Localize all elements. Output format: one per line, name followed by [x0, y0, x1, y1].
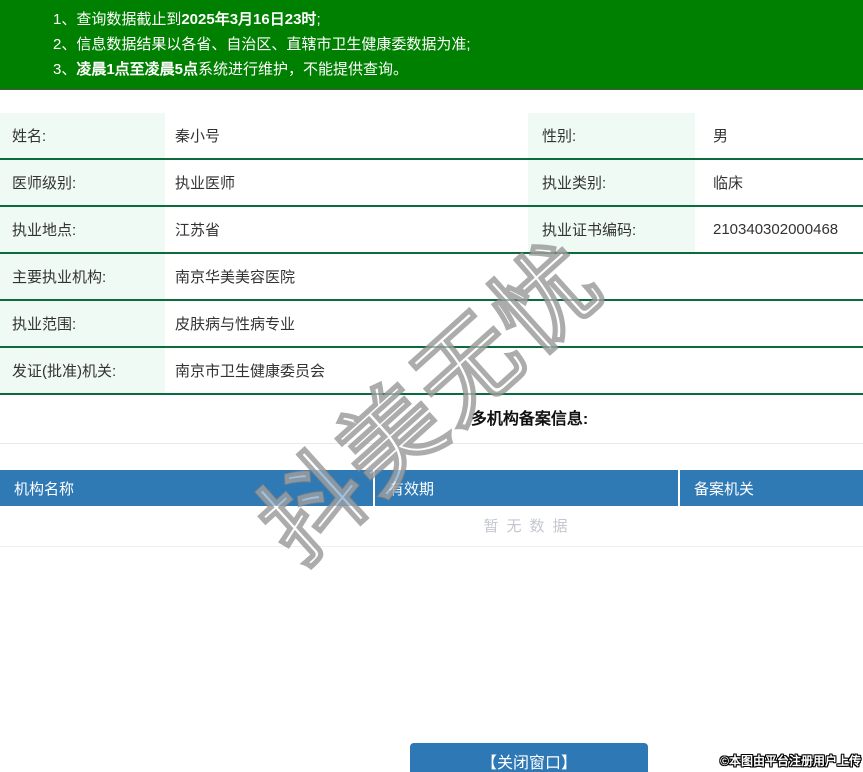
- org-header-filing-authority: 备案机关: [694, 480, 755, 498]
- field-value-location: 江苏省: [175, 222, 221, 239]
- multi-org-table-header: 机构名称 有效期 备案机关: [0, 470, 863, 506]
- field-value-practice-scope: 皮肤病与性病专业: [175, 316, 296, 333]
- field-value-level: 执业医师: [175, 175, 236, 192]
- field-value-name: 秦小号: [175, 128, 221, 145]
- field-value-main-institution: 南京华美美容医院: [175, 269, 296, 286]
- close-window-button[interactable]: 【关闭窗口】: [410, 743, 648, 772]
- field-label-location: 执业地点:: [0, 207, 165, 252]
- multi-org-heading: 多机构备案信息:: [0, 395, 863, 444]
- notice-3-bold: 凌晨1点至凌晨5点: [76, 61, 199, 78]
- info-row-location-certno: 执业地点: 江苏省 执业证书编码: 210340302000468: [0, 207, 863, 254]
- field-label-issuing-authority: 发证(批准)机关:: [0, 348, 165, 393]
- info-row-issuing-authority: 发证(批准)机关: 南京市卫生健康委员会: [0, 348, 863, 395]
- field-label-name: 姓名:: [0, 113, 165, 158]
- field-label-level: 医师级别:: [0, 160, 165, 205]
- field-label-main-institution: 主要执业机构:: [0, 254, 165, 299]
- info-row-main-institution: 主要执业机构: 南京华美美容医院: [0, 254, 863, 301]
- info-row-practice-scope: 执业范围: 皮肤病与性病专业: [0, 301, 863, 348]
- info-row-name-gender: 姓名: 秦小号 性别: 男: [0, 113, 863, 160]
- field-label-practice-scope: 执业范围:: [0, 301, 165, 346]
- field-label-category: 执业类别:: [528, 160, 695, 205]
- notice-1-bold: 2025年3月16日23时: [181, 11, 317, 28]
- notice-banner: 1、查询数据截止到2025年3月16日23时; 2、信息数据结果以各省、自治区、…: [0, 0, 863, 90]
- empty-data-placeholder: 暂无数据: [0, 506, 863, 547]
- copyright-watermark: ©本图由平台注册用户上传: [720, 754, 861, 768]
- field-value-issuing-authority: 南京市卫生健康委员会: [175, 363, 326, 380]
- org-header-validity-period: 有效期: [375, 470, 680, 506]
- info-row-level-category: 医师级别: 执业医师 执业类别: 临床: [0, 160, 863, 207]
- notice-3-suffix: 系统进行维护，不能提供查询。: [198, 61, 409, 78]
- multi-org-table: 机构名称 有效期 备案机关 暂无数据: [0, 470, 863, 547]
- field-value-category: 临床: [713, 175, 744, 192]
- notice-line-3: 3、凌晨1点至凌晨5点系统进行维护，不能提供查询。: [53, 57, 853, 82]
- field-value-gender: 男: [713, 128, 729, 145]
- notice-2-text: 2、信息数据结果以各省、自治区、直辖市卫生健康委数据为准;: [53, 36, 471, 53]
- notice-1-text: 1、查询数据截止到: [53, 11, 182, 28]
- field-label-cert-number: 执业证书编码:: [528, 207, 695, 252]
- notice-line-1: 1、查询数据截止到2025年3月16日23时;: [53, 7, 853, 32]
- field-label-gender: 性别:: [528, 113, 695, 158]
- notice-3-text: 3、: [53, 61, 77, 78]
- org-header-institution-name: 机构名称: [0, 470, 375, 506]
- notice-1-suffix: ;: [316, 11, 321, 28]
- notice-line-2: 2、信息数据结果以各省、自治区、直辖市卫生健康委数据为准;: [53, 32, 853, 57]
- license-query-page: 1、查询数据截止到2025年3月16日23时; 2、信息数据结果以各省、自治区、…: [0, 0, 863, 772]
- practitioner-info-table: 姓名: 秦小号 性别: 男 医师级别: 执业医师 执业类别: 临床 执业地点: …: [0, 113, 863, 395]
- field-value-cert-number: 210340302000468: [713, 221, 839, 238]
